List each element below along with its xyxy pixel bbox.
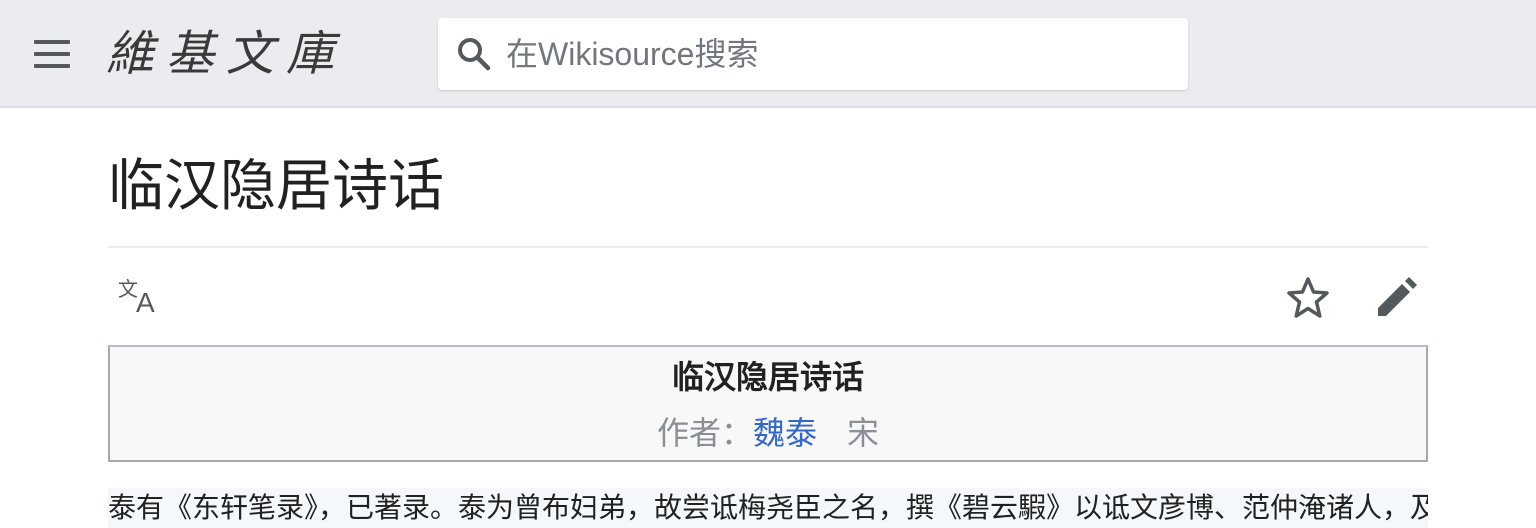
main-menu-button[interactable] <box>28 34 76 74</box>
author-prefix: 作者： <box>656 415 753 451</box>
svg-text:A: A <box>136 287 155 318</box>
site-wordmark-logo[interactable]: 維基文庫 <box>106 22 346 86</box>
watch-star-button[interactable] <box>1284 274 1332 322</box>
body-paragraph: 泰有《东轩笔录》，已著录。泰为曾布妇弟，故尝诋梅尧臣之名，撰《碧云騢》以诋文彦博… <box>108 488 1428 528</box>
svg-text:文: 文 <box>118 277 138 301</box>
author-line: 作者：魏泰宋 <box>110 411 1426 455</box>
search-input[interactable] <box>506 18 1166 90</box>
language-button[interactable]: 文 A <box>114 274 166 322</box>
author-link[interactable]: 魏泰 <box>753 415 817 451</box>
page-title: 临汉隐居诗话 <box>108 154 444 217</box>
search-icon <box>458 38 491 71</box>
title-divider <box>108 246 1428 248</box>
work-title: 临汉隐居诗话 <box>671 359 864 395</box>
pencil-icon <box>1378 277 1417 316</box>
site-header: 維基文庫 <box>0 0 1536 108</box>
dynasty-label: 宋 <box>847 415 880 451</box>
star-icon <box>1287 277 1329 318</box>
language-icon: 文 A <box>118 277 155 318</box>
work-header-box: 临汉隐居诗话 作者：魏泰宋 <box>108 345 1428 462</box>
search-box[interactable] <box>438 18 1188 90</box>
edit-button[interactable] <box>1372 274 1420 322</box>
